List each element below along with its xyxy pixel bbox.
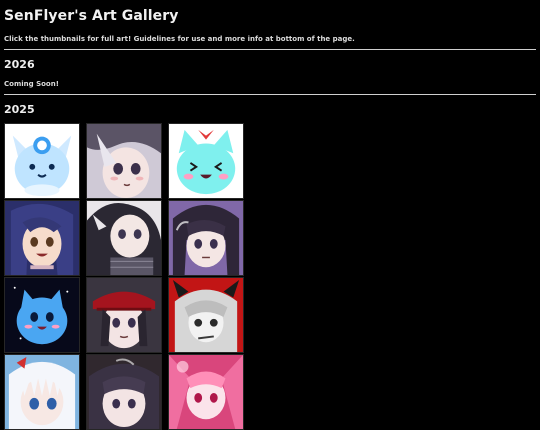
hooded-character-thumbnail: [87, 201, 161, 275]
section-divider: [4, 94, 536, 95]
thumbnail-link[interactable]: [4, 354, 80, 430]
thumbnail-link[interactable]: [168, 123, 244, 199]
brunette-girl-thumbnail: [5, 201, 79, 275]
white-haired-girl-thumbnail: [5, 355, 79, 429]
year-heading-2025: 2025: [4, 103, 35, 116]
silver-haired-girl-thumbnail: [87, 124, 161, 198]
year-heading-2026: 2026: [4, 58, 35, 71]
thumbnail-link[interactable]: [4, 277, 80, 353]
blue-spirit-creature-thumbnail: [5, 124, 79, 198]
thumbnail-link[interactable]: [86, 354, 162, 430]
dark-haired-character-thumbnail: [169, 201, 243, 275]
thumbnail-link[interactable]: [86, 123, 162, 199]
page-title: SenFlyer's Art Gallery: [4, 8, 179, 24]
thumbnail-link[interactable]: [168, 354, 244, 430]
thumbnail-link[interactable]: [168, 200, 244, 276]
cyan-cat-creature-thumbnail: [169, 124, 243, 198]
section-divider: [4, 49, 536, 50]
horned-character-thumbnail: [169, 278, 243, 352]
pink-character-thumbnail: [169, 355, 243, 429]
thumbnail-link[interactable]: [86, 200, 162, 276]
thumbnail-link[interactable]: [86, 277, 162, 353]
dark-haired-girl-thumbnail: [87, 355, 161, 429]
thumbnail-link[interactable]: [4, 200, 80, 276]
coming-soon-text: Coming Soon!: [4, 80, 59, 88]
thumbnail-link[interactable]: [168, 277, 244, 353]
blue-cat-creature-thumbnail: [5, 278, 79, 352]
red-hat-character-thumbnail: [87, 278, 161, 352]
instructions-note: Click the thumbnails for full art! Guide…: [4, 35, 355, 43]
thumbnail-link[interactable]: [4, 123, 80, 199]
